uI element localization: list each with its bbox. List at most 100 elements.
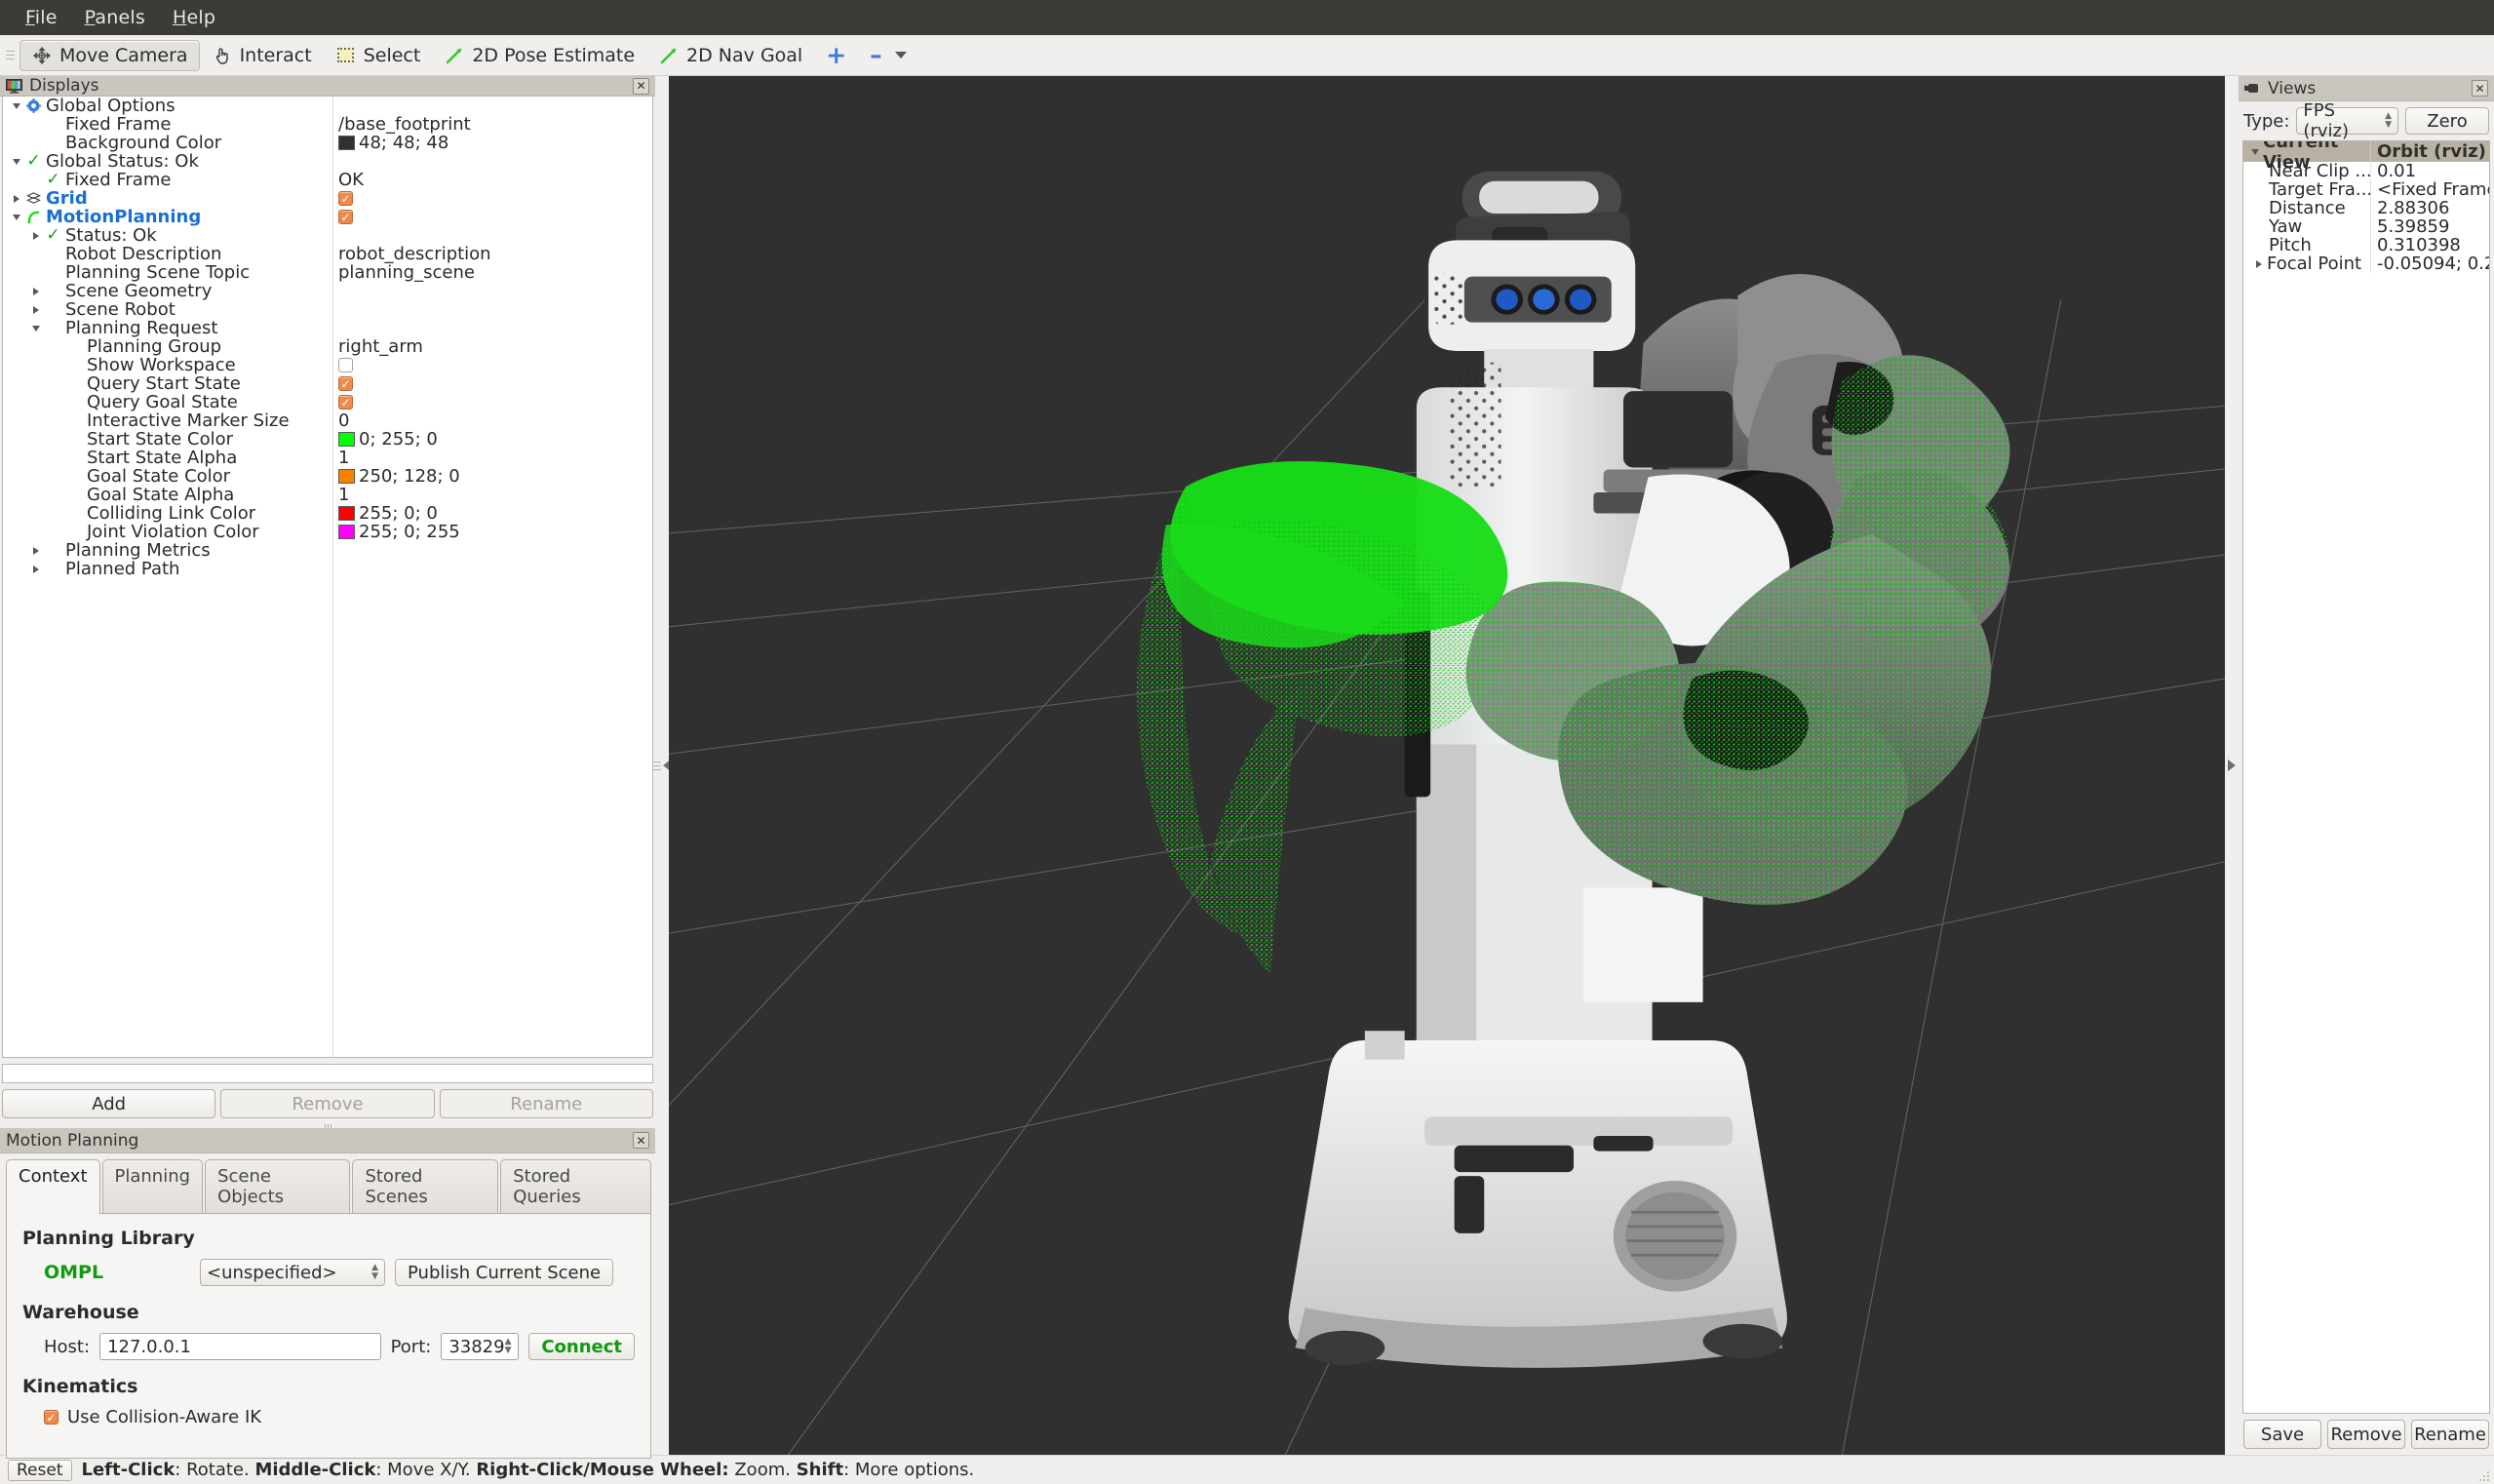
chevron-right-icon[interactable] <box>28 284 44 299</box>
display-tree-row[interactable]: Grid✓ <box>3 189 652 208</box>
display-tree-row-value[interactable]: 250; 128; 0 <box>332 466 652 487</box>
display-enable-checkbox[interactable] <box>338 358 353 372</box>
display-enable-checkbox[interactable]: ✓ <box>338 395 353 410</box>
display-tree-row-value[interactable]: /base_footprint <box>332 114 652 135</box>
close-icon[interactable]: ✕ <box>2472 80 2488 97</box>
display-tree-row[interactable]: Planning Request <box>3 319 652 337</box>
view-property-value[interactable]: <Fixed Frame> <box>2370 180 2489 199</box>
tab-context[interactable]: Context <box>6 1159 100 1214</box>
view-property-value[interactable]: -0.05094; 0.2199... <box>2370 254 2489 273</box>
remove-display-button[interactable]: Remove <box>220 1089 434 1118</box>
views-property-tree[interactable]: Current View Orbit (rviz) Near Clip ...0… <box>2242 140 2490 1414</box>
rename-display-button[interactable]: Rename <box>440 1089 653 1118</box>
display-tree-row[interactable]: Colliding Link Color255; 0; 0 <box>3 504 652 523</box>
chevron-down-icon[interactable] <box>895 52 907 59</box>
display-tree-row-value[interactable]: planning_scene <box>332 262 652 283</box>
close-icon[interactable]: ✕ <box>633 78 649 95</box>
spinner-arrows-icon[interactable]: ▲▼ <box>371 1265 378 1280</box>
display-tree-row[interactable]: Goal State Alpha1 <box>3 486 652 504</box>
chevron-right-icon[interactable] <box>28 562 44 577</box>
display-tree-row-value[interactable]: 0; 255; 0 <box>332 429 652 449</box>
display-tree-row[interactable]: Scene Geometry <box>3 282 652 300</box>
tool-move-camera[interactable]: Move Camera <box>19 40 200 71</box>
menu-help[interactable]: Help <box>159 4 229 31</box>
display-tree-row[interactable]: Start State Color0; 255; 0 <box>3 430 652 449</box>
display-enable-checkbox[interactable]: ✓ <box>338 210 353 224</box>
display-tree-row-value[interactable]: 1 <box>332 485 652 505</box>
chevron-down-icon[interactable] <box>9 210 24 225</box>
tool-2d-pose-estimate[interactable]: 2D Pose Estimate <box>432 40 646 71</box>
add-display-button[interactable]: Add <box>2 1089 215 1118</box>
chevron-down-icon[interactable] <box>28 321 44 336</box>
display-tree-row[interactable]: Global Options <box>3 97 652 115</box>
display-tree-row-value[interactable]: 255; 0; 0 <box>332 503 652 524</box>
display-enable-checkbox[interactable]: ✓ <box>338 376 353 391</box>
display-tree-row[interactable]: Start State Alpha1 <box>3 449 652 467</box>
display-tree-row[interactable]: Planning Metrics <box>3 541 652 560</box>
display-tree-row-value[interactable]: ✓ <box>332 210 652 224</box>
tool-2d-nav-goal[interactable]: 2D Nav Goal <box>646 40 814 71</box>
display-tree-row-value[interactable]: ✓ <box>332 376 652 391</box>
display-tree-row-value[interactable]: robot_description <box>332 244 652 264</box>
tool-select[interactable]: Select <box>324 40 433 71</box>
display-tree-row[interactable]: Planned Path <box>3 560 652 578</box>
display-tree-row-value[interactable]: 0 <box>332 410 652 431</box>
display-tree-row[interactable]: Joint Violation Color255; 0; 255 <box>3 523 652 541</box>
view-property-row[interactable]: Pitch0.310398 <box>2243 236 2489 254</box>
view-type-select[interactable]: FPS (rviz) ▲▼ <box>2296 107 2398 135</box>
reset-button[interactable]: Reset <box>8 1460 72 1481</box>
chevron-right-icon[interactable] <box>28 228 44 244</box>
display-tree-row-value[interactable]: right_arm <box>332 336 652 357</box>
display-tree-row-value[interactable]: 1 <box>332 448 652 468</box>
view-property-value[interactable]: 5.39859 <box>2370 217 2489 236</box>
color-swatch[interactable] <box>338 506 355 521</box>
view-property-row[interactable]: Distance2.88306 <box>2243 199 2489 217</box>
tool-remove-button[interactable]: – <box>858 40 918 71</box>
color-swatch[interactable] <box>338 136 355 150</box>
save-view-button[interactable]: Save <box>2243 1420 2321 1449</box>
view-property-row[interactable]: Yaw5.39859 <box>2243 217 2489 236</box>
right-splitter[interactable] <box>2225 76 2239 1455</box>
remove-view-button[interactable]: Remove <box>2327 1420 2405 1449</box>
chevron-right-icon[interactable] <box>9 191 24 207</box>
collision-aware-ik-row[interactable]: ✓ Use Collision-Aware IK <box>44 1407 635 1427</box>
display-tree-row-value[interactable]: ✓ <box>332 395 652 410</box>
tab-planning[interactable]: Planning <box>102 1159 204 1214</box>
chevron-down-icon[interactable] <box>2247 144 2263 160</box>
left-splitter[interactable] <box>655 76 669 1455</box>
display-tree-row[interactable]: Scene Robot <box>3 300 652 319</box>
splitter-grip[interactable] <box>653 762 661 770</box>
display-tree-row[interactable]: Query Start State✓ <box>3 374 652 393</box>
close-icon[interactable]: ✕ <box>633 1132 649 1149</box>
view-property-value[interactable]: 2.88306 <box>2370 199 2489 217</box>
chevron-right-icon[interactable] <box>28 543 44 559</box>
display-tree-row[interactable]: Fixed Frame/base_footprint <box>3 115 652 134</box>
color-swatch[interactable] <box>338 469 355 484</box>
tool-add-button[interactable]: + <box>814 40 858 71</box>
tab-stored-scenes[interactable]: Stored Scenes <box>352 1159 498 1214</box>
chevron-down-icon[interactable] <box>9 154 24 170</box>
publish-current-scene-button[interactable]: Publish Current Scene <box>395 1259 613 1286</box>
display-tree-row-value[interactable]: ✓ <box>332 191 652 206</box>
display-tree-row[interactable]: Background Color48; 48; 48 <box>3 134 652 152</box>
view-property-value[interactable]: 0.310398 <box>2370 236 2489 254</box>
tool-interact[interactable]: Interact <box>200 40 324 71</box>
chevron-down-icon[interactable] <box>9 98 24 114</box>
connect-button[interactable]: Connect <box>528 1333 635 1360</box>
tab-stored-queries[interactable]: Stored Queries <box>500 1159 651 1214</box>
display-enable-checkbox[interactable]: ✓ <box>338 191 353 206</box>
displays-tree[interactable]: Global OptionsFixed Frame/base_footprint… <box>2 97 653 1058</box>
display-tree-row[interactable]: ✓Global Status: Ok <box>3 152 652 171</box>
display-tree-row-value[interactable]: 48; 48; 48 <box>332 133 652 153</box>
view-property-row[interactable]: Near Clip ...0.01 <box>2243 162 2489 180</box>
menu-file[interactable]: File <box>12 4 71 31</box>
host-input[interactable]: 127.0.0.1 <box>99 1333 381 1360</box>
zero-view-button[interactable]: Zero <box>2405 107 2489 135</box>
view-property-row[interactable]: Target Fra...<Fixed Frame> <box>2243 180 2489 199</box>
view-property-row[interactable]: Focal Point-0.05094; 0.2199... <box>2243 254 2489 273</box>
collision-aware-ik-checkbox[interactable]: ✓ <box>44 1410 58 1425</box>
chevron-right-icon[interactable] <box>28 302 44 318</box>
display-tree-row[interactable]: Robot Descriptionrobot_description <box>3 245 652 263</box>
collapse-right-arrow-icon[interactable] <box>2228 760 2236 771</box>
display-tree-row[interactable]: Interactive Marker Size0 <box>3 411 652 430</box>
